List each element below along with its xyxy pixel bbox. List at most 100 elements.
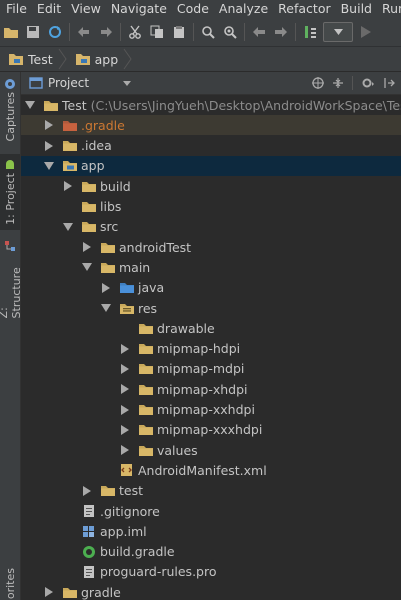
- tab-structure[interactable]: Z: Structure: [0, 238, 23, 318]
- tree-item[interactable]: mipmap-hdpi: [21, 339, 401, 359]
- folder-excluded-icon: [62, 118, 78, 132]
- tree-item[interactable]: mipmap-xxhdpi: [21, 400, 401, 420]
- tree-item[interactable]: test: [21, 481, 401, 501]
- project-view-selector[interactable]: Project: [21, 76, 132, 90]
- cut-icon[interactable]: [124, 21, 146, 43]
- collapse-arrow-icon[interactable]: [25, 100, 35, 110]
- collapse-arrow-icon[interactable]: [101, 303, 111, 313]
- tree-item[interactable]: Test (C:\Users\JingYueh\Desktop\AndroidWo…: [21, 95, 401, 115]
- menu-build[interactable]: Build: [336, 0, 377, 17]
- tree-item[interactable]: libs: [21, 197, 401, 217]
- menu-file[interactable]: File: [0, 0, 32, 17]
- find-icon[interactable]: [197, 21, 219, 43]
- tree-item-label: test: [119, 483, 144, 499]
- expand-arrow-icon[interactable]: [44, 120, 54, 131]
- tree-item[interactable]: proguard-rules.pro: [21, 562, 401, 582]
- menu-code[interactable]: Code: [172, 0, 214, 17]
- redo-icon[interactable]: [95, 21, 117, 43]
- menu-view[interactable]: View: [66, 0, 106, 17]
- replace-icon[interactable]: [219, 21, 241, 43]
- collapse-arrow-icon: [82, 263, 92, 272]
- expand-arrow-icon[interactable]: [120, 384, 130, 395]
- menu-analyze[interactable]: Analyze: [214, 0, 273, 17]
- sync-icon[interactable]: [44, 21, 66, 43]
- expand-arrow-icon[interactable]: [82, 485, 92, 496]
- tree-item-label: mipmap-xxxhdpi: [157, 422, 263, 438]
- tab-project[interactable]: 1: Project: [0, 154, 20, 230]
- save-icon[interactable]: [22, 21, 44, 43]
- expand-arrow-icon[interactable]: [44, 140, 54, 151]
- toolbar-separator: [244, 22, 245, 41]
- tree-item-label: build: [100, 178, 131, 194]
- breadcrumb-item-app[interactable]: app: [67, 47, 133, 71]
- expand-arrow-icon: [45, 587, 53, 598]
- tree-item-label: androidTest: [119, 239, 192, 255]
- tree-item[interactable]: drawable: [21, 318, 401, 338]
- tree-item-label: app.iml: [100, 523, 147, 539]
- back-icon[interactable]: [248, 21, 270, 43]
- tree-item[interactable]: build: [21, 176, 401, 196]
- collapse-arrow-icon[interactable]: [44, 161, 54, 171]
- tree-item-label: Test: [62, 97, 87, 113]
- expand-arrow-icon: [121, 384, 129, 395]
- tree-item[interactable]: java: [21, 278, 401, 298]
- tree-item[interactable]: mipmap-xxxhdpi: [21, 420, 401, 440]
- expand-arrow-icon[interactable]: [120, 445, 130, 456]
- run-icon[interactable]: [355, 21, 377, 43]
- expand-arrow-icon[interactable]: [63, 181, 73, 192]
- breadcrumb-item-test[interactable]: Test: [0, 47, 67, 71]
- chevron-down-icon: [123, 80, 132, 86]
- tree-item[interactable]: androidTest: [21, 237, 401, 257]
- tree-item[interactable]: gradle: [21, 582, 401, 600]
- tree-item[interactable]: mipmap-xhdpi: [21, 379, 401, 399]
- tree-item[interactable]: app: [21, 155, 401, 176]
- make-project-icon[interactable]: [299, 21, 321, 43]
- menu-refactor[interactable]: Refactor: [273, 0, 335, 17]
- run-configuration-select[interactable]: [323, 21, 353, 42]
- collapse-arrow-icon[interactable]: [82, 262, 92, 272]
- text-file-icon: [81, 504, 97, 518]
- captures-icon: [5, 79, 15, 89]
- expand-arrow-icon[interactable]: [101, 282, 111, 293]
- expand-arrow-icon: [83, 242, 91, 253]
- tree-item[interactable]: mipmap-mdpi: [21, 359, 401, 379]
- menu-edit[interactable]: Edit: [32, 0, 66, 17]
- undo-icon[interactable]: [73, 21, 95, 43]
- tree-item[interactable]: main: [21, 257, 401, 277]
- tree-item[interactable]: res: [21, 298, 401, 318]
- menu-run[interactable]: Run: [377, 0, 401, 17]
- open-folder-icon[interactable]: [0, 21, 22, 43]
- paste-icon[interactable]: [168, 21, 190, 43]
- forward-icon[interactable]: [270, 21, 292, 43]
- expand-arrow-icon[interactable]: [82, 242, 92, 253]
- tree-item[interactable]: AndroidManifest.xml: [21, 460, 401, 480]
- folder-icon: [138, 403, 154, 417]
- menu-bar: File Edit View Navigate Code Analyze Ref…: [0, 0, 401, 17]
- tree-item[interactable]: .idea: [21, 136, 401, 156]
- expand-arrow-icon[interactable]: [44, 587, 54, 598]
- tree-item[interactable]: .gradle: [21, 115, 401, 136]
- expand-arrow-icon[interactable]: [120, 404, 130, 415]
- toolbar-separator: [193, 22, 194, 41]
- folder-icon: [81, 200, 97, 214]
- tab-captures[interactable]: Captures: [0, 76, 20, 146]
- expand-arrow-icon[interactable]: [120, 343, 130, 354]
- tree-item-label: mipmap-xxhdpi: [157, 402, 255, 417]
- hide-panel-icon[interactable]: [383, 77, 395, 89]
- tree-item[interactable]: build.gradle: [21, 542, 401, 562]
- scroll-from-source-icon[interactable]: [312, 77, 324, 89]
- tree-item[interactable]: app.iml: [21, 521, 401, 541]
- folder-icon: [100, 240, 116, 254]
- collapse-arrow-icon[interactable]: [63, 222, 73, 232]
- menu-navigate[interactable]: Navigate: [106, 0, 172, 17]
- tab-label: 1: Project: [3, 173, 17, 225]
- collapse-all-icon[interactable]: [332, 77, 344, 89]
- expand-arrow-icon[interactable]: [120, 424, 130, 435]
- tree-item[interactable]: src: [21, 217, 401, 237]
- expand-arrow-icon[interactable]: [120, 363, 130, 374]
- tree-item[interactable]: values: [21, 440, 401, 460]
- copy-icon[interactable]: [146, 21, 168, 43]
- tree-item[interactable]: .gitignore: [21, 501, 401, 521]
- gear-icon[interactable]: [361, 77, 375, 89]
- tab-favorites[interactable]: orites: [0, 568, 20, 600]
